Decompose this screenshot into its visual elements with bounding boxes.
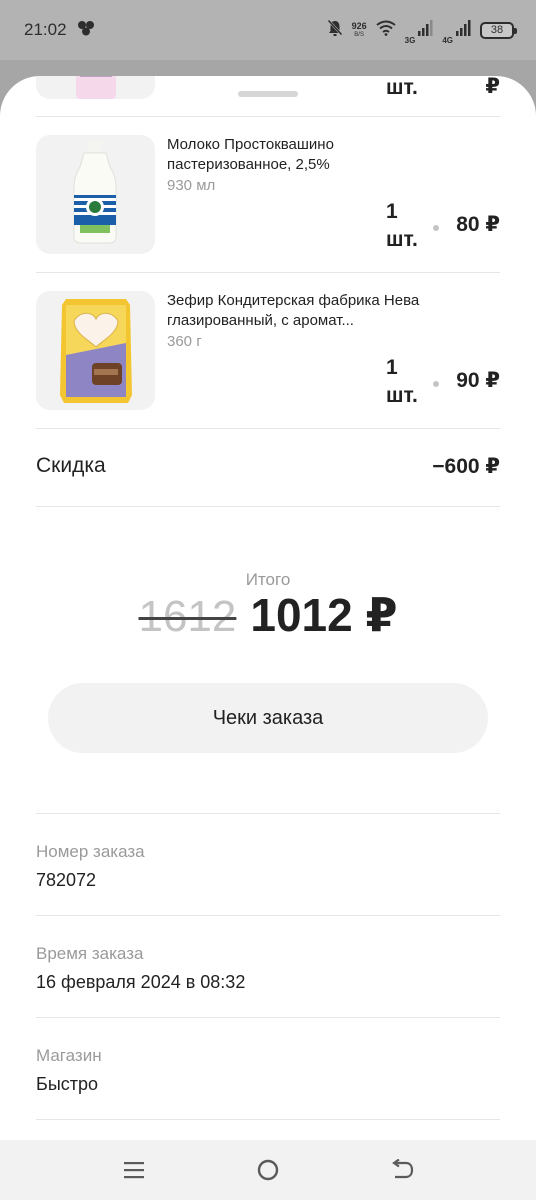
order-time-value: 16 февраля 2024 в 08:32 [36,972,246,992]
store-value: Быстро [36,1074,99,1094]
item-volume: 360 г [167,333,202,350]
item-quantity-count: 1 [386,200,398,223]
item-quantity-unit: шт. [386,228,418,251]
battery-level: 38 [490,24,504,36]
divider [36,1119,500,1120]
status-bar: 21:02 926 B/S 3G 4G 38 [0,0,536,60]
item-volume: 930 мл [167,177,216,194]
item-quantity-unit: шт. [386,384,418,407]
item-quantity-count: 1 [386,356,398,379]
order-time-label: Время заказа [36,944,144,963]
signal-1-label: 3G [404,35,416,45]
item-price: ₽ [485,76,500,98]
navigation-bar [0,1140,536,1200]
divider [36,1017,500,1018]
list-item: Зефир Кондитерская фабрика Нева глазиров… [36,291,500,411]
item-price: 80 ₽ [456,213,500,236]
battery-icon: 38 [480,21,517,39]
status-time: 21:02 [24,20,67,39]
order-number-value: 782072 [36,870,97,890]
home-icon[interactable] [254,1156,282,1184]
receipts-button[interactable]: Чеки заказа [48,683,488,753]
sheet-drag-handle[interactable] [238,91,298,97]
signal-2-icon [455,19,471,42]
divider [36,428,500,429]
item-name: Молоко Простоквашино пастеризованное, 2,… [167,136,334,173]
total-amount: 1612 1012 ₽ [0,588,536,642]
item-name: Зефир Кондитерская фабрика Нева глазиров… [167,292,420,329]
item-quantity-unit: шт. [386,76,418,99]
wifi-icon [376,20,396,41]
separator-dot [433,225,439,231]
mute-icon [327,19,343,42]
item-price: 90 ₽ [456,369,500,392]
total-old-price: 1612 [138,592,237,641]
total-label: Итого [245,570,291,589]
divider [36,813,500,814]
divider [36,116,500,117]
signal-2-label: 4G [442,35,453,45]
store-label: Магазин [36,1046,102,1065]
order-number-label: Номер заказа [36,842,145,861]
menu-icon[interactable] [120,1156,148,1184]
total-new-price: 1012 ₽ [250,589,398,641]
back-icon[interactable] [388,1156,416,1184]
divider [36,506,500,507]
separator-dot [433,381,439,387]
discount-label: Скидка [36,454,106,477]
app-notification-icon [77,20,95,41]
product-image-zefir [36,291,155,410]
product-image [36,76,155,99]
product-image-milk [36,135,155,254]
network-speed: 926 B/S [351,20,367,38]
discount-value: −600 ₽ [432,455,500,478]
list-item: Молоко Простоквашино пастеризованное, 2,… [36,135,500,255]
divider [36,272,500,273]
order-details-sheet: шт. ₽ Молоко Простоквашино пастеризованн… [0,76,536,1140]
signal-1-icon [417,19,433,42]
divider [36,915,500,916]
